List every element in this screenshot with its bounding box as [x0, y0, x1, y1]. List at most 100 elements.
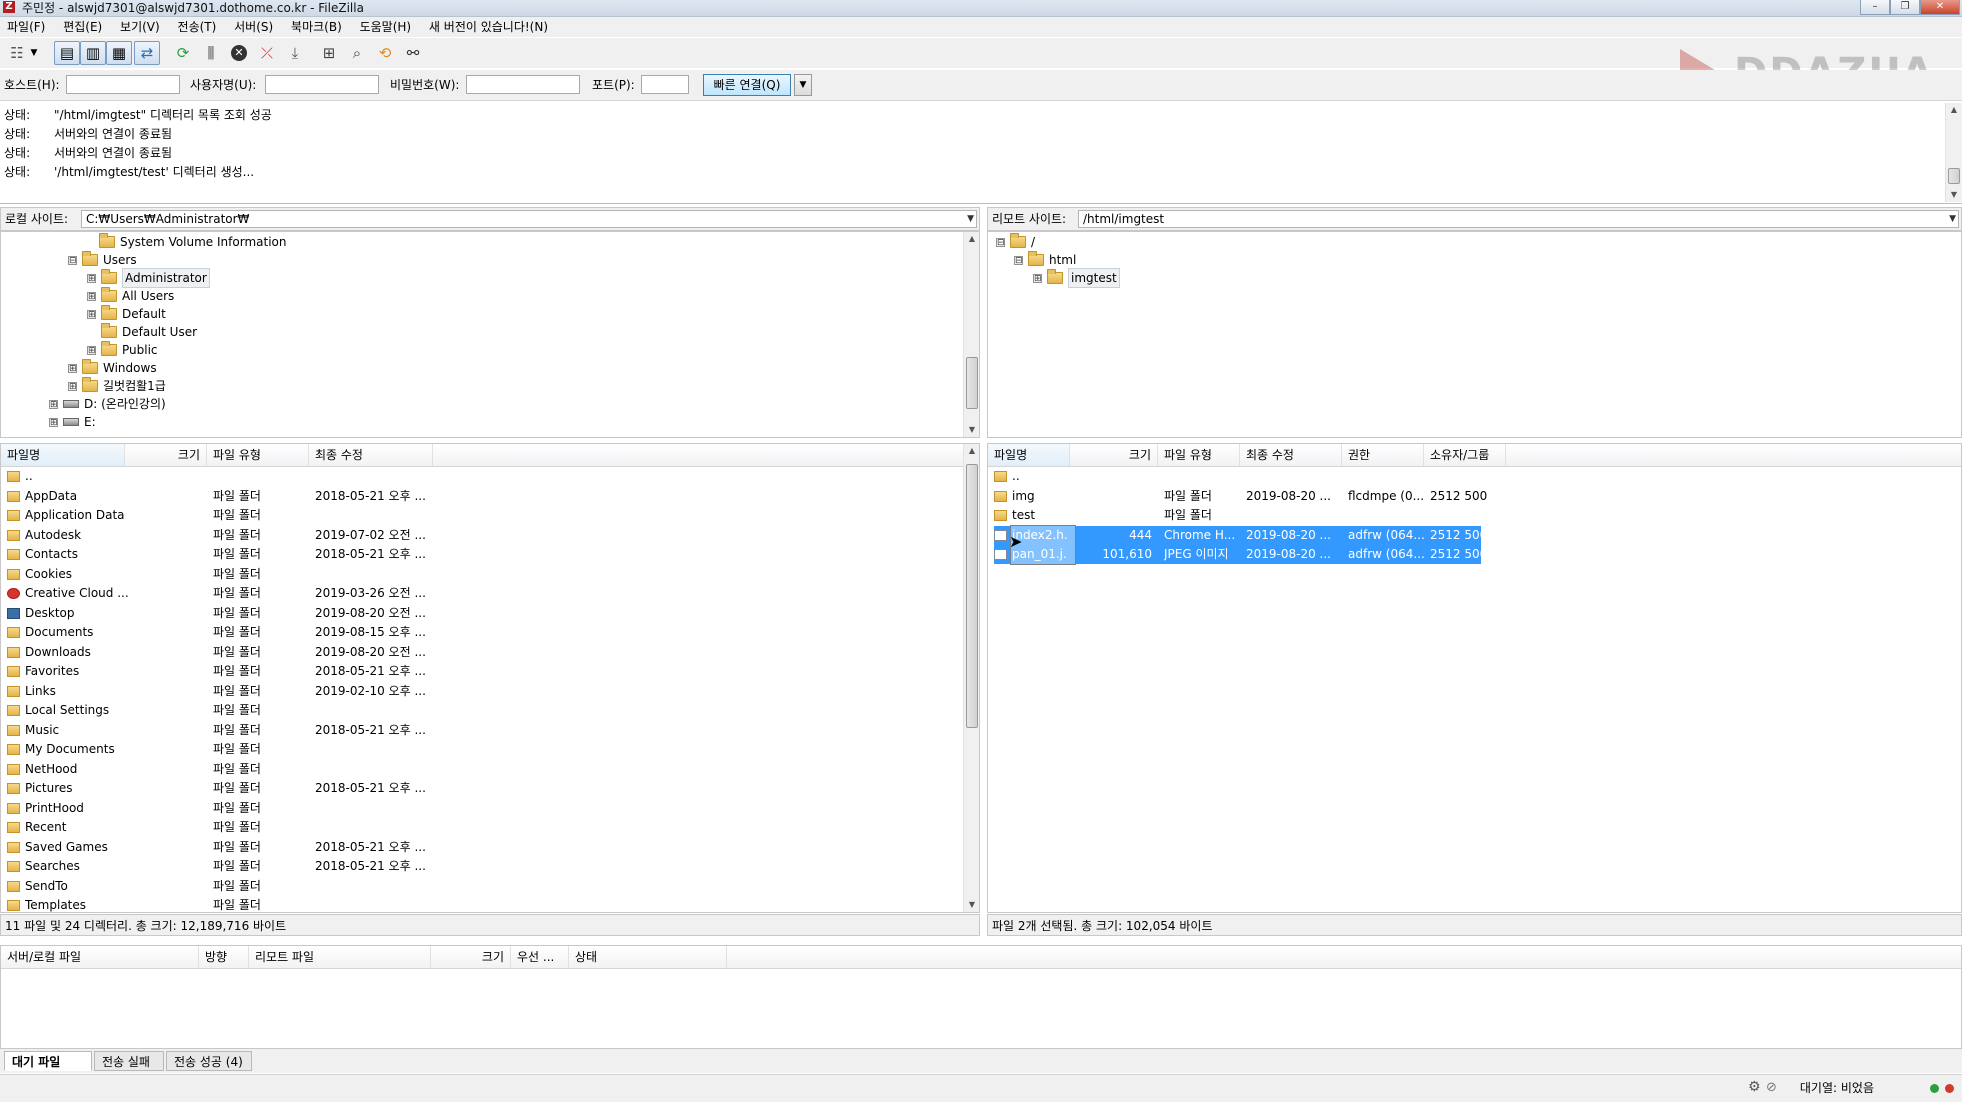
menu-server[interactable]: 서버(S): [227, 17, 280, 37]
sync-browse-icon[interactable]: ⟲: [374, 42, 396, 64]
table-row[interactable]: Cookies 파일 폴더: [1, 565, 979, 584]
local-list-scrollbar[interactable]: ▲ ▼: [963, 444, 979, 912]
tree-node-selected[interactable]: ⊞ Administrator: [87, 268, 210, 288]
scroll-up-icon[interactable]: ▲: [1946, 103, 1962, 117]
tree-node[interactable]: System Volume Information: [85, 233, 286, 251]
tree-node[interactable]: ⊞ D: (온라인강의): [49, 395, 166, 413]
quickconnect-dropdown-icon[interactable]: ▼: [794, 74, 812, 96]
tab-failed-transfers[interactable]: 전송 실패: [94, 1051, 164, 1071]
table-row[interactable]: Recent 파일 폴더: [1, 818, 979, 837]
local-tree-scrollbar[interactable]: ▲ ▼: [963, 232, 979, 437]
table-row[interactable]: Local Settings 파일 폴더: [1, 701, 979, 720]
cancel-icon[interactable]: ✕: [228, 42, 250, 64]
table-row[interactable]: Pictures 파일 폴더 2018-05-21 오후 ...: [1, 779, 979, 798]
tree-node[interactable]: ⊟ html: [1014, 251, 1076, 269]
column-size[interactable]: 크기: [125, 444, 207, 466]
expand-icon[interactable]: ⊞: [68, 363, 77, 373]
table-row[interactable]: AppData 파일 폴더 2018-05-21 오후 ...: [1, 487, 979, 506]
column-type[interactable]: 파일 유형: [1158, 444, 1240, 466]
chevron-down-icon[interactable]: ▼: [1949, 211, 1956, 227]
column-size[interactable]: 크기: [1070, 444, 1158, 466]
toggle-remote-tree-icon[interactable]: ▦: [106, 41, 132, 65]
scroll-down-icon[interactable]: ▼: [964, 898, 979, 912]
scroll-up-icon[interactable]: ▲: [964, 232, 979, 246]
scroll-thumb[interactable]: [1948, 168, 1960, 184]
expand-icon[interactable]: ⊞: [87, 345, 96, 355]
tree-node[interactable]: ⊟ Users: [68, 251, 137, 269]
table-row[interactable]: Creative Cloud ... 파일 폴더 2019-03-26 오전 ...: [1, 584, 979, 603]
column-remote-file[interactable]: 리모트 파일: [249, 946, 431, 968]
find-files-icon[interactable]: ⚯: [402, 42, 424, 64]
host-input[interactable]: [66, 75, 180, 94]
toggle-log-icon[interactable]: ▤: [54, 41, 80, 65]
tree-node[interactable]: ⊞ Windows: [68, 359, 157, 377]
table-row[interactable]: Saved Games 파일 폴더 2018-05-21 오후 ...: [1, 838, 979, 857]
column-owner[interactable]: 소유자/그룹: [1424, 444, 1506, 466]
table-row[interactable]: Documents 파일 폴더 2019-08-15 오후 ...: [1, 623, 979, 642]
expand-icon[interactable]: ⊞: [87, 291, 96, 301]
process-queue-icon[interactable]: ⫼: [200, 42, 222, 64]
menu-edit[interactable]: 편집(E): [56, 17, 109, 37]
scroll-down-icon[interactable]: ▼: [964, 423, 979, 437]
expand-icon[interactable]: ⊞: [1033, 273, 1042, 283]
close-button[interactable]: ✕: [1920, 0, 1960, 15]
tree-node[interactable]: ⊟ /: [996, 233, 1035, 251]
scroll-down-icon[interactable]: ▼: [1946, 188, 1962, 202]
table-row[interactable]: test 파일 폴더: [988, 506, 1961, 525]
toggle-queue-icon[interactable]: ⇄: [134, 41, 160, 65]
table-row[interactable]: My Documents 파일 폴더: [1, 740, 979, 759]
quickconnect-button[interactable]: 빠른 연결(Q): [703, 74, 791, 96]
filter-icon[interactable]: ⊞: [318, 42, 340, 64]
log-scrollbar[interactable]: ▲ ▼: [1945, 103, 1962, 202]
remote-path-combo[interactable]: /html/imgtest ▼: [1078, 210, 1959, 228]
pass-input[interactable]: [466, 75, 580, 94]
search-icon[interactable]: ⌕: [346, 42, 368, 64]
expand-icon[interactable]: ⊞: [49, 399, 58, 409]
table-row[interactable]: Downloads 파일 폴더 2019-08-20 오전 ...: [1, 643, 979, 662]
scroll-up-icon[interactable]: ▲: [964, 444, 979, 458]
table-row[interactable]: Music 파일 폴더 2018-05-21 오후 ...: [1, 721, 979, 740]
menu-new-version[interactable]: 새 버전이 있습니다!(N): [422, 17, 555, 37]
column-size[interactable]: 크기: [431, 946, 511, 968]
refresh-icon[interactable]: ⟳: [172, 42, 194, 64]
column-permissions[interactable]: 권한: [1342, 444, 1424, 466]
menu-bookmarks[interactable]: 북마크(B): [284, 17, 349, 37]
column-type[interactable]: 파일 유형: [207, 444, 309, 466]
tree-node[interactable]: ⊞ 길벗컴활1급: [68, 377, 166, 395]
expand-icon[interactable]: ⊞: [49, 417, 58, 427]
maximize-button[interactable]: ❐: [1890, 0, 1920, 15]
collapse-icon[interactable]: ⊟: [1014, 255, 1023, 265]
reconnect-icon[interactable]: ⤓: [284, 42, 306, 64]
menu-file[interactable]: 파일(F): [0, 17, 52, 37]
table-row[interactable]: Desktop 파일 폴더 2019-08-20 오전 ...: [1, 604, 979, 623]
user-input[interactable]: [265, 75, 379, 94]
column-modified[interactable]: 최종 수정: [309, 444, 433, 466]
tree-node[interactable]: Default User: [87, 323, 197, 341]
table-row[interactable]: Contacts 파일 폴더 2018-05-21 오후 ...: [1, 545, 979, 564]
table-row[interactable]: Autodesk 파일 폴더 2019-07-02 오전 ...: [1, 526, 979, 545]
table-row[interactable]: Searches 파일 폴더 2018-05-21 오후 ...: [1, 857, 979, 876]
column-filename[interactable]: 파일명: [1, 444, 125, 466]
column-priority[interactable]: 우선 ...: [511, 946, 569, 968]
collapse-icon[interactable]: ⊟: [68, 255, 77, 265]
toggle-local-tree-icon[interactable]: ▥: [80, 41, 106, 65]
table-row[interactable]: Links 파일 폴더 2019-02-10 오후 ...: [1, 682, 979, 701]
table-row[interactable]: NetHood 파일 폴더: [1, 760, 979, 779]
site-manager-dropdown-icon[interactable]: ▼: [28, 42, 40, 64]
table-row-selected[interactable]: pan_01.j...101,610JPEG 이미지2019-08-20 ...…: [988, 545, 1961, 564]
tree-node-selected[interactable]: ⊞ imgtest: [1033, 268, 1120, 288]
port-input[interactable]: [641, 75, 689, 94]
table-row[interactable]: SendTo 파일 폴더: [1, 877, 979, 896]
scroll-thumb[interactable]: [966, 464, 978, 728]
expand-icon[interactable]: ⊞: [87, 273, 96, 283]
menu-transfer[interactable]: 전송(T): [171, 17, 224, 37]
table-row[interactable]: ..: [1, 467, 979, 486]
table-row[interactable]: Favorites 파일 폴더 2018-05-21 오후 ...: [1, 662, 979, 681]
table-row[interactable]: Application Data 파일 폴더: [1, 506, 979, 525]
tree-node[interactable]: ⊞ Default: [87, 305, 166, 323]
table-row[interactable]: PrintHood 파일 폴더: [1, 799, 979, 818]
column-modified[interactable]: 최종 수정: [1240, 444, 1342, 466]
minimize-button[interactable]: –: [1860, 0, 1890, 15]
chevron-down-icon[interactable]: ▼: [967, 211, 974, 227]
tab-successful-transfers[interactable]: 전송 성공 (4): [166, 1051, 252, 1071]
